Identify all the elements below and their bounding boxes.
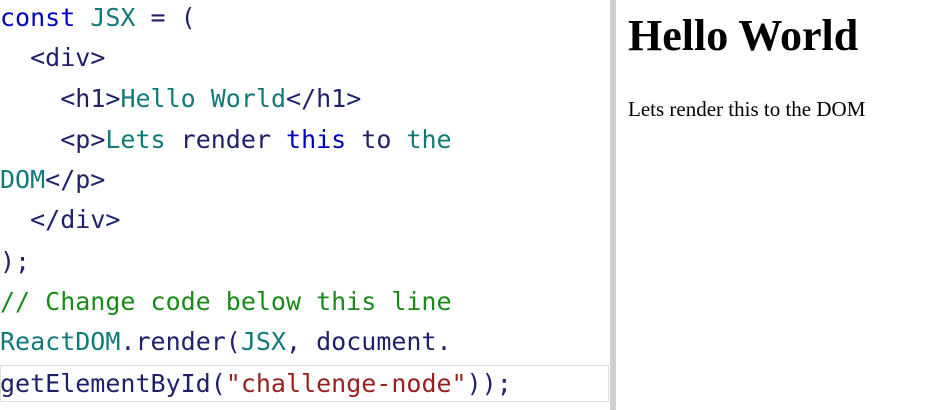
- code-line-3[interactable]: <h1>Hello World</h1>: [0, 79, 361, 119]
- code-text: .: [120, 327, 136, 356]
- identifier-jsx: JSX: [240, 327, 287, 356]
- code-editor[interactable]: const JSX = ( <div> <h1>Hello World</h1>…: [0, 0, 610, 410]
- identifier-jsx: JSX: [90, 3, 136, 32]
- tag-open-p: <p>: [60, 125, 106, 154]
- tag-close-div: </div>: [30, 205, 121, 234]
- jsx-text: to: [346, 125, 407, 154]
- code-line-7[interactable]: );: [0, 242, 30, 282]
- method-get-element-by-id: getElementById: [0, 369, 211, 398]
- code-text: , document.: [286, 327, 452, 356]
- keyword-const: const: [0, 3, 76, 32]
- code-text: );: [0, 247, 31, 276]
- code-line-9[interactable]: ReactDOM.render(JSX, document.: [0, 322, 452, 362]
- jsx-text: DOM: [0, 165, 46, 194]
- code-comment: // Change code below this line: [0, 287, 452, 316]
- code-line-5[interactable]: DOM</p>: [0, 160, 105, 200]
- tag-close-h1: </h1>: [286, 84, 362, 113]
- code-text: = (: [135, 3, 196, 32]
- string-literal: "challenge-node": [225, 369, 467, 398]
- code-text: (: [210, 369, 226, 398]
- code-line-1[interactable]: const JSX = (: [0, 0, 196, 38]
- code-line-6[interactable]: </div>: [0, 200, 120, 240]
- jsx-text: the: [406, 125, 452, 154]
- preview-paragraph: Lets render this to the DOM: [628, 97, 866, 121]
- preview-heading: Hello World: [628, 11, 859, 60]
- tag-open-h1: <h1>: [60, 84, 121, 113]
- code-line-4[interactable]: <p>Lets render this to the: [0, 120, 452, 160]
- method-render: render: [135, 327, 226, 356]
- jsx-text: Lets: [105, 125, 166, 154]
- tag-close-p: </p>: [45, 165, 106, 194]
- code-line-2[interactable]: <div>: [0, 38, 105, 78]
- code-text: (: [225, 327, 241, 356]
- tag-open-div: <div>: [30, 43, 106, 72]
- jsx-text: Hello World: [120, 84, 287, 113]
- code-line-8[interactable]: // Change code below this line: [0, 282, 452, 322]
- preview-pane: Hello World Lets render this to the DOM: [616, 0, 941, 410]
- code-text: ));: [466, 369, 512, 398]
- identifier-reactdom: ReactDOM: [0, 327, 121, 356]
- code-line-10[interactable]: getElementById("challenge-node"));: [0, 364, 512, 404]
- app-window: const JSX = ( <div> <h1>Hello World</h1>…: [0, 0, 941, 410]
- keyword-this: this: [286, 125, 347, 154]
- jsx-text: render: [165, 125, 287, 154]
